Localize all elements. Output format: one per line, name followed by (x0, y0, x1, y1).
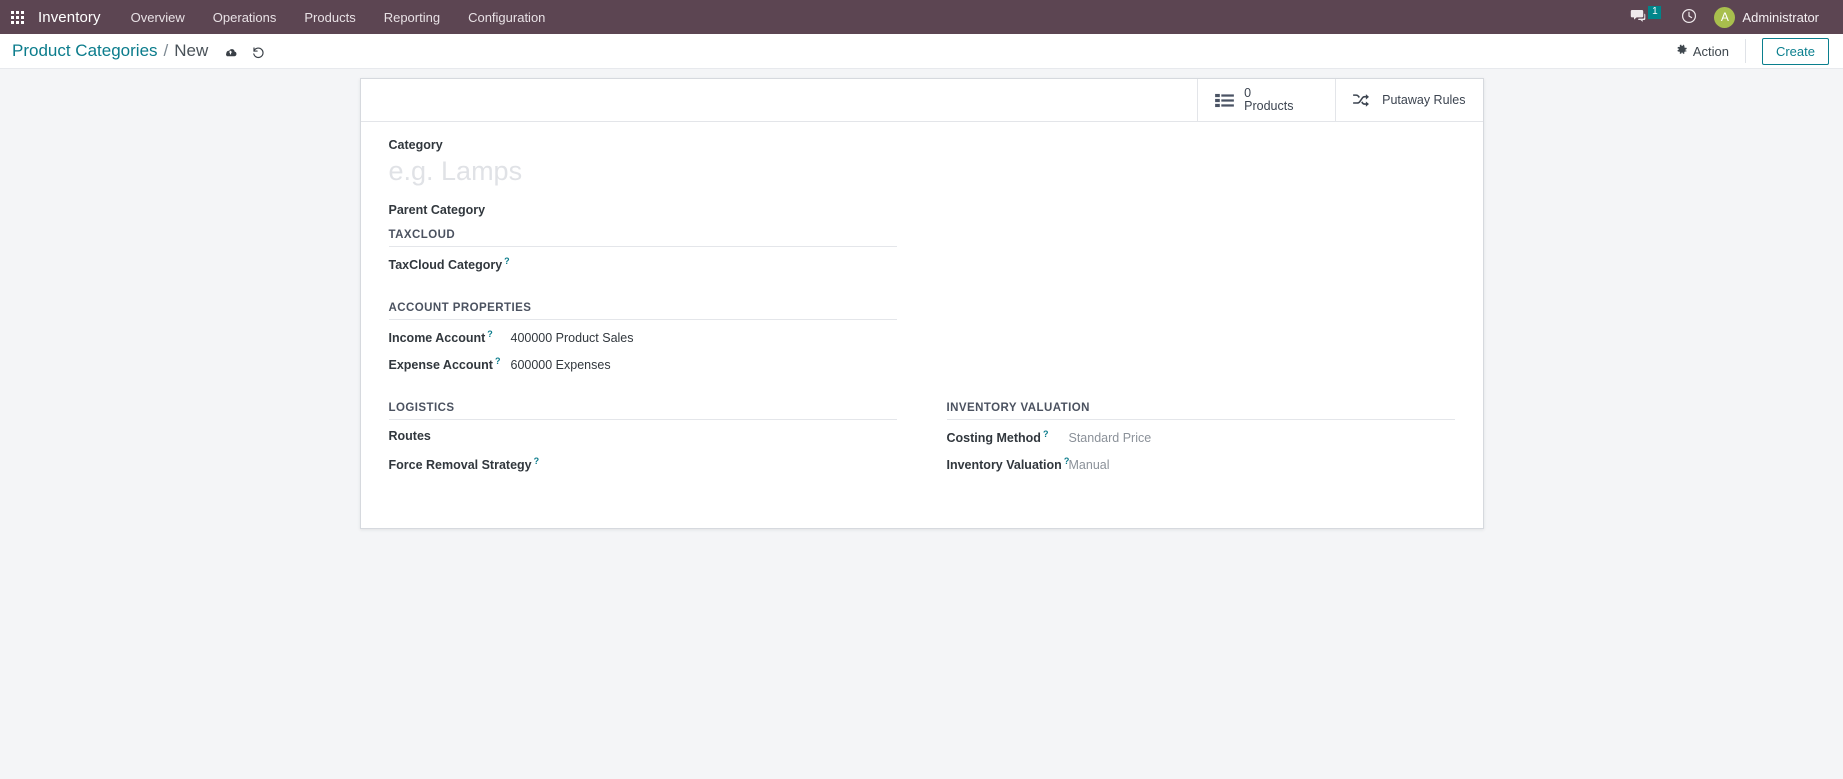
smart-button-putaway-rules[interactable]: Putaway Rules (1335, 79, 1482, 121)
category-input[interactable] (388, 154, 909, 189)
inventory-valuation-label: Inventory Valuation? (946, 456, 1070, 473)
field-row-income-account: Income Account? 400000 Product Sales (389, 326, 897, 353)
group-inventory-valuation-title: INVENTORY VALUATION (946, 402, 1455, 420)
app-brand-inventory[interactable]: Inventory (34, 9, 117, 26)
income-account-value[interactable]: 400000 Product Sales (511, 331, 634, 345)
messages-menu-button[interactable]: 1 (1621, 0, 1670, 34)
control-panel-right: Action Create (1672, 34, 1829, 68)
group-taxcloud: TAXCLOUD TaxCloud Category? (388, 229, 897, 280)
user-menu-button[interactable]: A Administrator (1708, 0, 1829, 34)
smart-button-products-text: 0 Products (1244, 87, 1293, 113)
field-row-routes: Routes (389, 426, 897, 453)
clock-icon (1681, 8, 1697, 27)
menu-item-products[interactable]: Products (290, 0, 369, 34)
breadcrumb-separator: / (163, 41, 169, 60)
main-menu: Overview Operations Products Reporting C… (117, 0, 560, 34)
field-row-costing-method: Costing Method? Standard Price (947, 426, 1455, 453)
avatar: A (1714, 6, 1736, 28)
random-shuffle-icon (1353, 93, 1372, 108)
products-label: Products (1244, 99, 1294, 113)
menu-item-configuration[interactable]: Configuration (454, 0, 559, 34)
form-column-left-bottom: LOGISTICS Routes Force Removal Strategy? (388, 402, 897, 502)
top-navbar: Inventory Overview Operations Products R… (0, 0, 1843, 34)
field-row-taxcloud-category: TaxCloud Category? (389, 253, 897, 280)
action-menu-label: Action (1692, 43, 1729, 59)
help-icon[interactable]: ? (534, 456, 540, 466)
group-taxcloud-title: TAXCLOUD (388, 229, 897, 247)
field-row-inventory-valuation: Inventory Valuation? Manual (947, 453, 1455, 480)
group-logistics: LOGISTICS Routes Force Removal Strategy? (388, 402, 897, 480)
apps-grid-icon (10, 10, 24, 24)
group-inventory-valuation: INVENTORY VALUATION Costing Method? Stan… (946, 402, 1455, 480)
smart-button-products[interactable]: 0 Products (1197, 79, 1335, 121)
control-panel: Product Categories / New Action Create (0, 34, 1843, 69)
help-icon[interactable]: ? (487, 329, 493, 339)
activities-menu-button[interactable] (1672, 0, 1706, 34)
form-columns-bottom: LOGISTICS Routes Force Removal Strategy? (388, 402, 1455, 502)
create-button[interactable]: Create (1761, 37, 1829, 65)
menu-item-overview[interactable]: Overview (117, 0, 199, 34)
breadcrumb-current-new: New (174, 41, 209, 60)
category-label: Category (388, 138, 443, 152)
expense-account-value[interactable]: 600000 Expenses (511, 358, 611, 372)
page-body: 0 Products Putaway Rules Category e.g. L… (0, 69, 1843, 779)
control-panel-divider (1744, 39, 1746, 63)
parent-category-label: Parent Category (388, 203, 486, 217)
messages-count-badge: 1 (1648, 5, 1662, 19)
expense-account-label: Expense Account? (388, 356, 501, 373)
menu-item-reporting[interactable]: Reporting (370, 0, 454, 34)
group-logistics-title: LOGISTICS (388, 402, 897, 420)
form-sheet-wrapper: 0 Products Putaway Rules Category e.g. L… (359, 78, 1484, 529)
list-ul-icon (1215, 93, 1234, 108)
costing-method-value[interactable]: Standard Price (1069, 431, 1152, 445)
help-icon[interactable]: ? (1043, 429, 1049, 439)
costing-method-label: Costing Method? (946, 429, 1049, 446)
navbar-systray: 1 A Administrator (1621, 0, 1829, 34)
routes-label: Routes (388, 429, 431, 443)
form-columns-top: TAXCLOUD TaxCloud Category? ACCOUNT PROP… (388, 229, 1455, 402)
taxcloud-category-label: TaxCloud Category? (388, 256, 510, 273)
smart-button-row: 0 Products Putaway Rules (360, 79, 1483, 122)
form-sheet: 0 Products Putaway Rules Category e.g. L… (359, 78, 1484, 529)
menu-item-operations[interactable]: Operations (199, 0, 291, 34)
action-menu-button[interactable]: Action (1672, 44, 1745, 59)
help-icon[interactable]: ? (504, 256, 510, 266)
field-row-force-removal-strategy: Force Removal Strategy? (389, 453, 897, 480)
record-actions (223, 45, 266, 60)
help-icon[interactable]: ? (495, 356, 501, 366)
force-removal-strategy-label: Force Removal Strategy? (388, 456, 540, 473)
form-column-right-bottom: INVENTORY VALUATION Costing Method? Stan… (946, 402, 1455, 502)
group-account-properties-title: ACCOUNT PROPERTIES (388, 302, 897, 320)
group-account-properties: ACCOUNT PROPERTIES Income Account? 40000… (388, 302, 897, 380)
form-column-left-top: TAXCLOUD TaxCloud Category? ACCOUNT PROP… (388, 229, 897, 402)
breadcrumb: Product Categories / New (12, 41, 208, 61)
chat-bubble-icon (1630, 8, 1646, 27)
cloud-upload-icon[interactable] (223, 45, 238, 60)
parent-category-input[interactable] (499, 203, 760, 217)
category-title-block: Category (388, 138, 1455, 189)
breadcrumb-product-categories[interactable]: Product Categories (12, 41, 158, 61)
income-account-label: Income Account? (388, 329, 493, 346)
parent-category-row: Parent Category (389, 203, 1455, 217)
user-name-label: Administrator (1742, 9, 1819, 25)
gear-icon (1676, 44, 1688, 59)
field-row-expense-account: Expense Account? 600000 Expenses (389, 353, 897, 380)
form-content: Category Parent Category TAXCLOUD TaxClo… (361, 122, 1483, 528)
inventory-valuation-value[interactable]: Manual (1069, 458, 1110, 472)
putaway-rules-label: Putaway Rules (1382, 93, 1466, 107)
undo-icon[interactable] (251, 45, 266, 60)
apps-menu-button[interactable] (0, 0, 34, 34)
